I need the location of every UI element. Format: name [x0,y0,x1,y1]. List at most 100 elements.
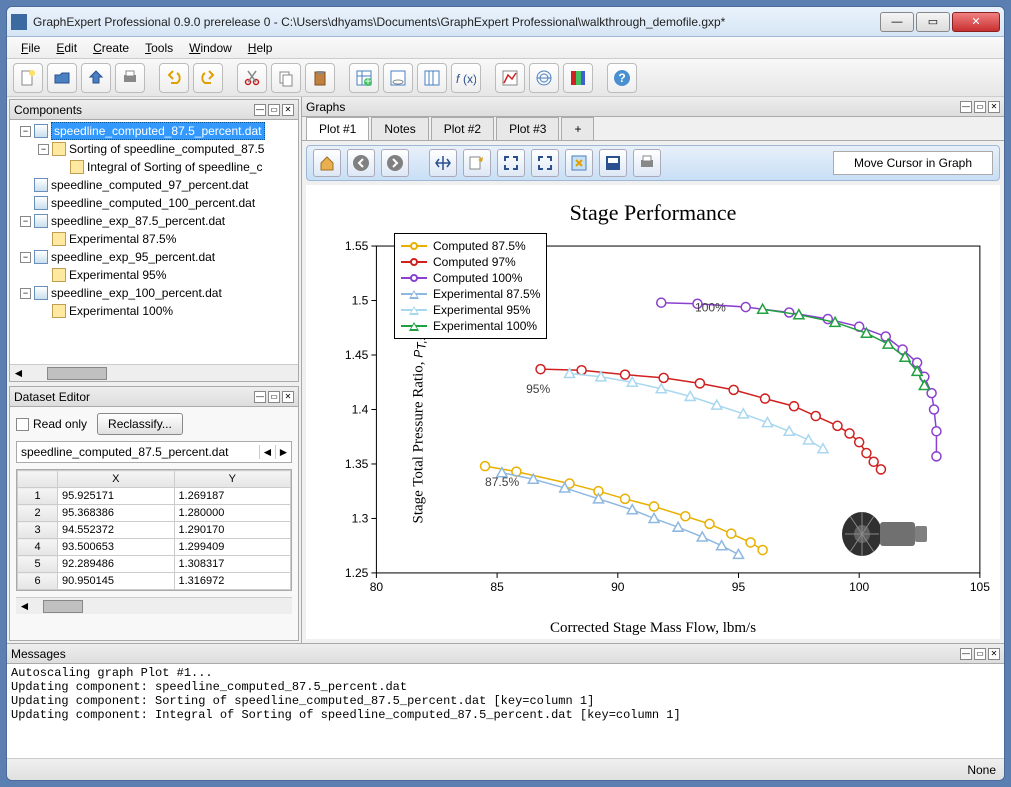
cut-button[interactable] [237,63,267,93]
tree-item[interactable]: Experimental 87.5% [12,230,296,248]
undo-button[interactable] [159,63,189,93]
components-tree[interactable]: −speedline_computed_87.5_percent.dat−Sor… [10,120,298,364]
home-button[interactable] [313,149,341,177]
panel-minimize-button[interactable]: — [254,104,266,116]
tree-item[interactable]: −speedline_exp_100_percent.dat [12,284,296,302]
panel-close-button[interactable]: ✕ [282,104,294,116]
x-axis-label: Corrected Stage Mass Flow, lbm/s [550,620,756,637]
open-button[interactable] [47,63,77,93]
tree-expander[interactable]: − [20,216,31,227]
minimize-button[interactable]: — [880,12,914,32]
tree-item[interactable]: −speedline_exp_95_percent.dat [12,248,296,266]
polar-plot-button[interactable] [529,63,559,93]
svg-text:1.35: 1.35 [345,457,369,471]
dataset-hscroll[interactable]: ◄ [16,597,292,614]
save-plot-button[interactable] [599,149,627,177]
panel-minimize-button[interactable]: — [960,648,972,660]
tree-item[interactable]: − Sorting of speedline_computed_87.5 [12,140,296,158]
svg-text:100%: 100% [695,300,726,314]
tree-expander[interactable]: − [20,252,31,263]
sheet-prev-button[interactable]: ◄ [259,445,275,459]
svg-text:90: 90 [611,580,625,594]
copy-button[interactable] [271,63,301,93]
help-button[interactable]: ? [607,63,637,93]
new-plot-button[interactable] [495,63,525,93]
redo-button[interactable] [193,63,223,93]
close-button[interactable]: ✕ [952,12,1000,32]
save-button[interactable] [81,63,111,93]
sheet-next-button[interactable]: ► [275,445,291,459]
tree-item-label: speedline_computed_87.5_percent.dat [51,122,265,140]
menu-file[interactable]: File [13,39,48,57]
tree-item[interactable]: Experimental 100% [12,302,296,320]
result-icon [52,304,66,318]
tree-expander[interactable]: − [20,288,31,299]
tab-plot-1[interactable]: Plot #1 [306,117,369,140]
tab-plot-3[interactable]: Plot #3 [496,117,559,140]
paste-button[interactable] [305,63,335,93]
svg-text:1.55: 1.55 [345,239,369,253]
read-only-checkbox[interactable]: Read only [16,417,87,431]
panel-close-button[interactable]: ✕ [282,391,294,403]
color-plot-button[interactable] [563,63,593,93]
function-button[interactable]: f(x) [451,63,481,93]
table-row[interactable]: 690.9501451.316972 [18,573,291,590]
panel-minimize-button[interactable]: — [960,101,972,113]
new-dataset-button[interactable]: + [349,63,379,93]
table-row[interactable]: 493.5006531.299409 [18,539,291,556]
menu-edit[interactable]: Edit [48,39,85,57]
tree-item[interactable]: −speedline_exp_87.5_percent.dat [12,212,296,230]
plot-area[interactable]: Stage Performance Stage Total Pressure R… [306,185,1000,639]
tab-add[interactable]: + [561,117,594,140]
panel-close-button[interactable]: ✕ [988,648,1000,660]
pan-button[interactable] [429,149,457,177]
titlebar[interactable]: GraphExpert Professional 0.9.0 prereleas… [7,7,1004,37]
menu-tools[interactable]: Tools [137,39,181,57]
svg-text:1.25: 1.25 [345,566,369,580]
menu-create[interactable]: Create [85,39,137,57]
messages-log[interactable]: Autoscaling graph Plot #1... Updating co… [7,664,1004,758]
table-row[interactable]: 195.9251711.269187 [18,488,291,505]
back-button[interactable] [347,149,375,177]
configure-button[interactable] [565,149,593,177]
tree-hscroll[interactable]: ◄ [10,364,298,381]
panel-maximize-button[interactable]: ▭ [974,648,986,660]
tree-item[interactable]: speedline_computed_97_percent.dat [12,176,296,194]
print-button[interactable] [115,63,145,93]
panel-maximize-button[interactable]: ▭ [268,104,280,116]
tree-expander[interactable]: − [20,126,31,137]
link-dataset-button[interactable] [383,63,413,93]
panel-maximize-button[interactable]: ▭ [974,101,986,113]
maximize-button[interactable]: ▭ [916,12,950,32]
menu-window[interactable]: Window [181,39,240,57]
tree-item[interactable]: − speedline_computed_87.5_percent.dat [12,122,296,140]
tree-expander[interactable]: − [38,144,49,155]
panel-maximize-button[interactable]: ▭ [268,391,280,403]
new-button[interactable] [13,63,43,93]
dataset-columns-button[interactable] [417,63,447,93]
menu-help[interactable]: Help [240,39,281,57]
result-icon [52,142,66,156]
table-row[interactable]: 295.3683861.280000 [18,505,291,522]
tree-item[interactable]: Experimental 95% [12,266,296,284]
app-window: GraphExpert Professional 0.9.0 prereleas… [6,6,1005,781]
svg-text:1.5: 1.5 [352,294,369,308]
tab-notes[interactable]: Notes [371,117,428,140]
table-row[interactable]: 592.2894861.308317 [18,556,291,573]
edit-button[interactable] [463,149,491,177]
tree-item[interactable]: Integral of Sorting of speedline_c [12,158,296,176]
reclassify-button[interactable]: Reclassify... [97,413,183,435]
data-icon [34,124,48,138]
print-plot-button[interactable] [633,149,661,177]
fullscreen-button[interactable] [497,149,525,177]
tree-item-label: Sorting of speedline_computed_87.5 [69,142,264,156]
dataset-table[interactable]: XY 195.9251711.269187295.3683861.2800003… [16,469,292,591]
tree-item[interactable]: speedline_computed_100_percent.dat [12,194,296,212]
status-right: None [967,763,996,777]
tab-plot-2[interactable]: Plot #2 [431,117,494,140]
forward-button[interactable] [381,149,409,177]
panel-minimize-button[interactable]: — [254,391,266,403]
table-row[interactable]: 394.5523721.290170 [18,522,291,539]
autoscale-button[interactable] [531,149,559,177]
panel-close-button[interactable]: ✕ [988,101,1000,113]
